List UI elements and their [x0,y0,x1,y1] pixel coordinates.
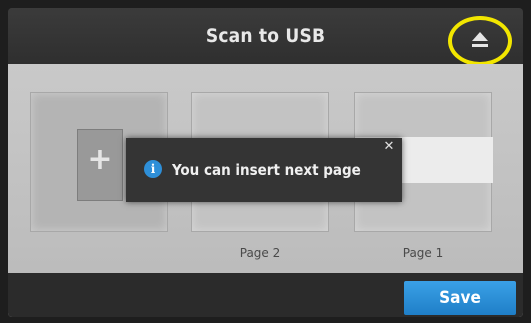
add-page-icon: + [77,129,123,201]
page-label: Page 2 [239,246,281,260]
page-label: Page 1 [402,246,444,260]
eject-icon [469,32,491,50]
header-bar: Scan to USB [8,8,523,66]
page-title: Scan to USB [205,25,326,47]
info-icon: i [144,160,162,178]
eject-button[interactable] [448,16,512,66]
save-button[interactable]: Save [404,281,516,315]
close-icon[interactable]: ✕ [382,140,396,154]
scanner-screen: Scan to USB + Page 2 Page 1 Save i You c… [8,8,523,317]
notification-toast: i You can insert next page ✕ [126,138,402,202]
toast-message: You can insert next page [172,161,361,179]
